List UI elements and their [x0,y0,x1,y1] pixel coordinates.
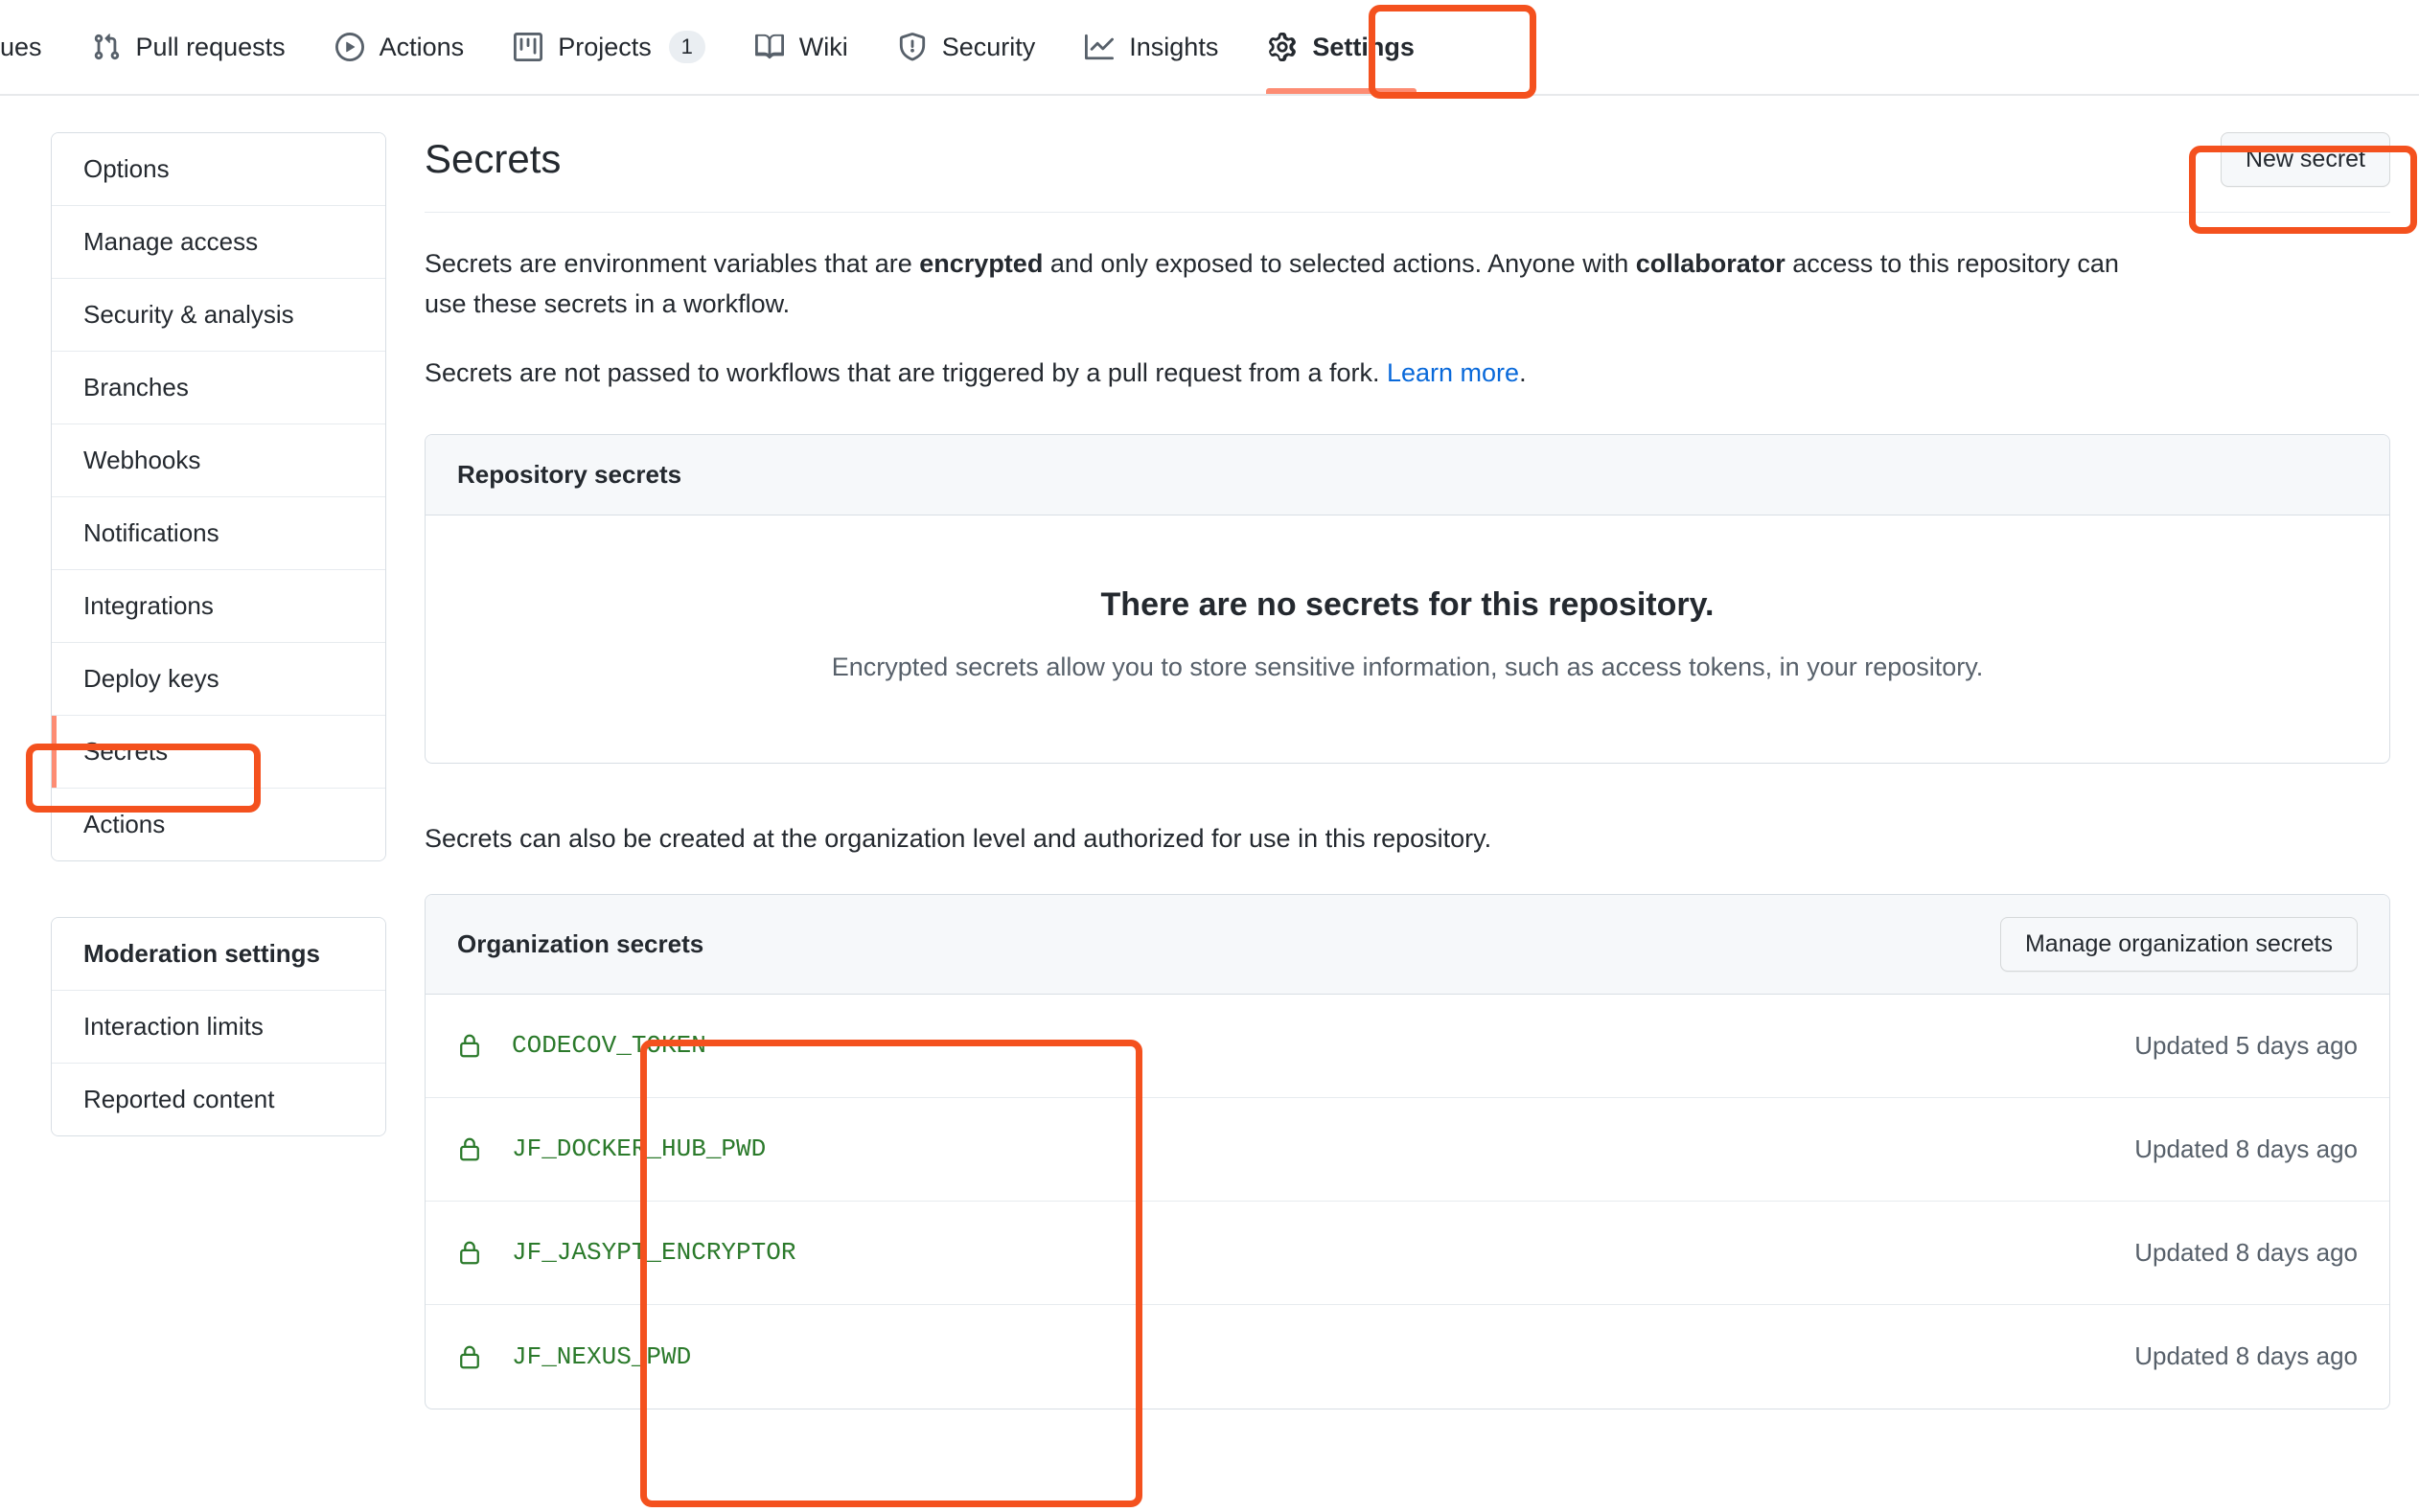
repository-secrets-title: Repository secrets [457,459,682,489]
blankslate-subtitle: Encrypted secrets allow you to store sen… [831,652,1984,681]
settings-menu-moderation: Moderation settings Interaction limits Rep… [51,917,386,1136]
repo-nav-tab-ues[interactable]: ues [0,0,67,94]
learn-more-link[interactable]: Learn more [1387,358,1519,387]
graph-line-icon [1085,33,1115,61]
repository-secrets-blankslate: There are no secrets for this repository… [426,515,2389,763]
sidebar-item-options[interactable]: Options [52,133,385,206]
secret-row-left: JF_JASYPT_ENCRYPTOR [457,1238,795,1267]
secret-name: CODECOV_TOKEN [512,1031,706,1061]
lock-icon [457,1031,482,1060]
lock-icon [457,1134,482,1163]
sidebar-item-integrations[interactable]: Integrations [52,570,385,643]
new-secret-button[interactable]: New secret [2220,132,2390,187]
repository-secrets-header: Repository secrets [426,434,2389,515]
sidebar-item-reported-content[interactable]: Reported content [52,1064,385,1135]
settings-menu-primary: Options Manage access Security & analysis B… [51,132,386,861]
desc1-part1: Secrets are environment variables that a… [425,249,920,278]
secret-row-left: CODECOV_TOKEN [457,1031,706,1060]
repo-nav-tab-label: ues [0,32,42,61]
blankslate-title: There are no secrets for this repository… [1100,585,1715,623]
secrets-description-2: Secrets are not passed to workflows that… [425,354,2140,394]
secret-row-left: JF_NEXUS_PWD [457,1342,691,1371]
organization-secrets-list: CODECOV_TOKEN Updated 5 days ago JF_DOCKER… [426,995,2389,1409]
table-row: JF_DOCKER_HUB_PWD Updated 8 days ago [426,1098,2389,1202]
secret-name: JF_DOCKER_HUB_PWD [512,1134,767,1164]
gear-icon [1268,33,1297,61]
content-header: Secrets New secret [425,132,2390,213]
organization-note: Secrets can also be created at the organ… [425,823,1492,853]
secret-updated-timestamp: Updated 8 days ago [2134,1237,2358,1267]
secret-row-left: JF_DOCKER_HUB_PWD [457,1134,766,1163]
sidebar-item-security-analysis[interactable]: Security & analysis [52,279,385,352]
repo-nav-tab-label: Projects [558,32,652,61]
sidebar-item-moderation-settings: Moderation settings [52,918,385,991]
lock-icon [457,1238,482,1267]
sidebar-item-actions[interactable]: Actions [52,789,385,860]
page-title: Secrets [425,136,562,182]
repo-nav-tab-wiki[interactable]: Wiki [730,0,873,94]
book-icon [754,33,784,61]
desc1-part2: and only exposed to selected actions. An… [1043,249,1636,278]
settings-sidebar: Options Manage access Security & analysis B… [51,132,386,1409]
repo-nav-tab-label: Wiki [798,32,848,61]
secrets-description-1: Secrets are environment variables that a… [425,244,2140,325]
secret-updated-timestamp: Updated 5 days ago [2134,1030,2358,1060]
page-body: Options Manage access Security & analysis B… [0,96,2419,1409]
desc1-bold-collaborator: collaborator [1635,249,1785,278]
table-row: JF_NEXUS_PWD Updated 8 days ago [426,1305,2389,1409]
table-row: CODECOV_TOKEN Updated 5 days ago [426,995,2389,1098]
project-board-icon [514,33,543,61]
organization-secrets-title: Organization secrets [457,928,704,958]
sidebar-item-interaction-limits[interactable]: Interaction limits [52,991,385,1064]
secret-updated-timestamp: Updated 8 days ago [2134,1134,2358,1163]
repository-secrets-box: Repository secrets There are no secrets … [425,433,2390,764]
organization-secrets-box: Organization secrets Manage organization… [425,893,2390,1409]
sidebar-item-deploy-keys[interactable]: Deploy keys [52,643,385,716]
repo-nav-tab-label: Pull requests [135,32,286,61]
main-content: Secrets New secret Secrets are environme… [425,132,2390,1409]
repo-nav-tab-security[interactable]: Security [873,0,1061,94]
git-pull-request-icon [92,33,121,61]
organization-secrets-header: Organization secrets Manage organization… [426,894,2389,995]
secret-name: JF_NEXUS_PWD [512,1341,692,1371]
play-circle-icon [334,33,364,61]
sidebar-item-notifications[interactable]: Notifications [52,497,385,570]
repo-nav-tab-label: Security [941,32,1036,61]
secret-updated-timestamp: Updated 8 days ago [2134,1341,2358,1371]
sidebar-item-webhooks[interactable]: Webhooks [52,424,385,497]
shield-alert-icon [898,33,927,61]
repo-nav-tab-actions[interactable]: Actions [311,0,490,94]
repo-nav-tab-counter: 1 [668,31,705,63]
desc2-part2: . [1519,357,1527,387]
sidebar-item-manage-access[interactable]: Manage access [52,206,385,279]
desc1-bold-encrypted: encrypted [919,249,1044,278]
secret-name: JF_JASYPT_ENCRYPTOR [512,1238,796,1268]
repo-nav-list: ues Pull requests Actions Projects 1 Wiki Secu… [0,0,1440,94]
table-row: JF_JASYPT_ENCRYPTOR Updated 8 days ago [426,1202,2389,1305]
sidebar-item-secrets[interactable]: Secrets [52,716,385,789]
repo-nav-tab-label: Actions [379,32,465,61]
repo-nav-tab-pull-requests[interactable]: Pull requests [67,0,311,94]
repo-nav-tab-settings[interactable]: Settings [1243,0,1440,94]
repo-nav-tab-label: Settings [1312,32,1415,61]
repo-nav-tab-insights[interactable]: Insights [1060,0,1243,94]
repo-nav-tab-projects[interactable]: Projects 1 [489,0,730,94]
sidebar-item-branches[interactable]: Branches [52,352,385,424]
lock-icon [457,1342,482,1371]
repo-nav: ues Pull requests Actions Projects 1 Wiki Secu… [0,0,2419,96]
desc2-part1: Secrets are not passed to workflows that… [425,357,1387,387]
repo-nav-tab-label: Insights [1129,32,1219,61]
manage-organization-secrets-button[interactable]: Manage organization secrets [1999,916,2358,972]
